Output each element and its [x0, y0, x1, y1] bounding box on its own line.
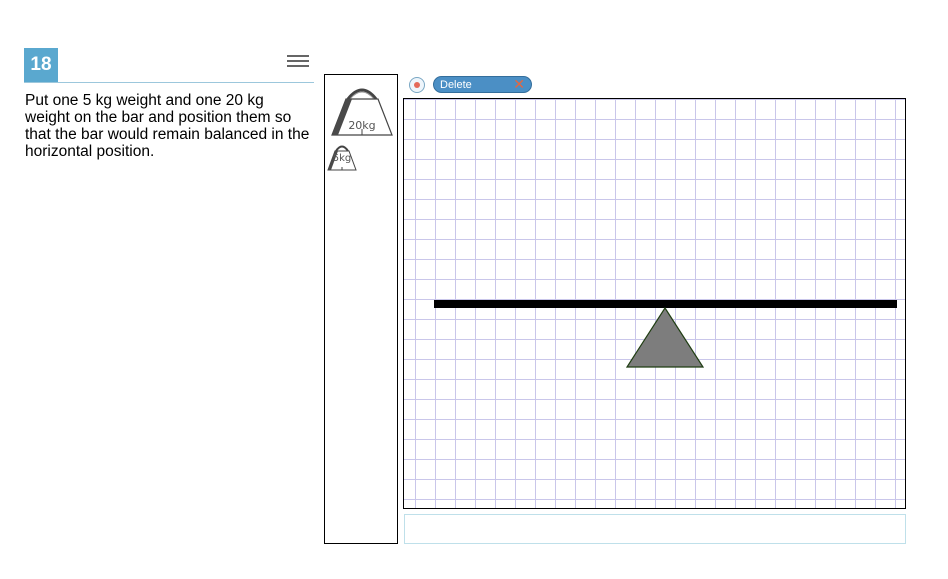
x-icon: ✕: [513, 76, 525, 92]
delete-button[interactable]: Delete ✕: [433, 76, 532, 93]
question-number: 18: [24, 48, 58, 82]
weight-label: 20kg: [348, 119, 376, 132]
question-text: Put one 5 kg weight and one 20 kg weight…: [25, 92, 310, 160]
work-canvas[interactable]: [403, 98, 906, 509]
fulcrum-triangle: [625, 307, 705, 368]
weight-5kg[interactable]: 5kg: [327, 141, 357, 171]
weight-20kg[interactable]: 20kg: [330, 79, 394, 137]
reset-icon[interactable]: [409, 77, 425, 93]
menu-icon[interactable]: [287, 54, 311, 70]
header-divider: [24, 82, 314, 83]
weight-label: 5kg: [332, 153, 352, 164]
delete-label: Delete: [440, 79, 472, 91]
answer-area: [404, 514, 906, 544]
weight-palette: 20kg 5kg: [324, 74, 398, 544]
